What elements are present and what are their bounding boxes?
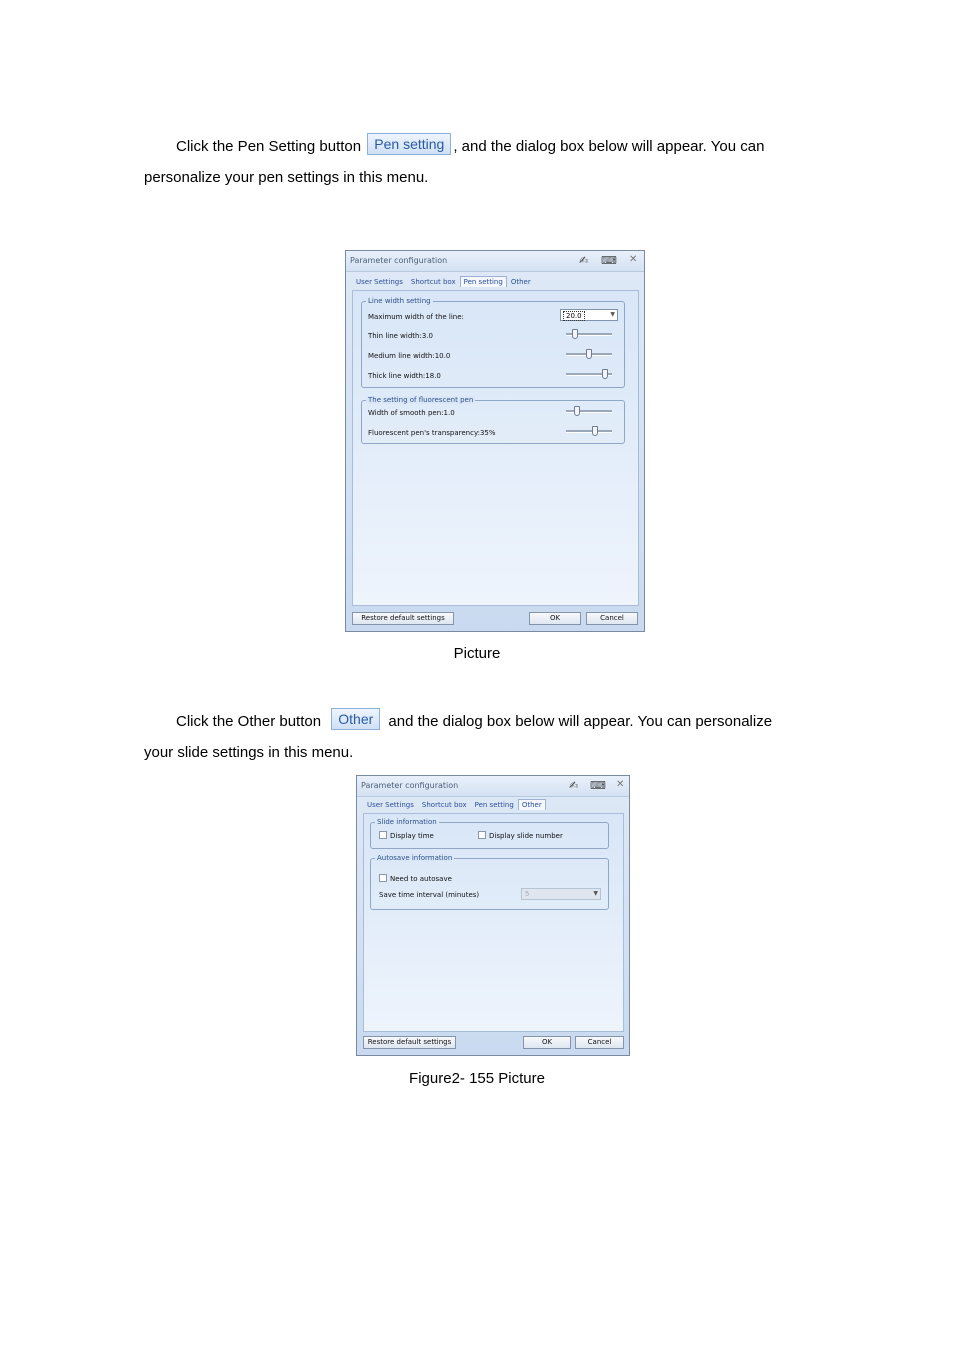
tab-bar: User Settings Shortcut box Pen setting Othe…: [363, 799, 546, 813]
tab-shortcut-box[interactable]: Shortcut box: [407, 276, 460, 288]
save-interval-combo[interactable]: 5 ▼: [521, 888, 601, 900]
other-dialog: Parameter configuration ✍ ⌨ ✕ User Setti…: [356, 775, 630, 1056]
text-run: and the dialog box below will appear. Yo…: [384, 712, 773, 730]
title-bar: Parameter configuration ✍ ⌨ ✕: [346, 251, 644, 272]
combo-value: 5: [525, 890, 530, 898]
transparency-slider[interactable]: [566, 426, 612, 436]
paragraph-line: Click the Other button Other and the dia…: [176, 708, 809, 733]
pen-icon[interactable]: ✍: [569, 779, 578, 792]
checkbox-box[interactable]: [379, 831, 387, 839]
paragraph-line: Click the Pen Setting button Pen setting…: [176, 133, 809, 158]
slider-thumb[interactable]: [592, 426, 598, 436]
slider-track: [566, 410, 612, 413]
restore-default-button[interactable]: Restore default settings: [352, 612, 454, 625]
text-run: Click the Other button: [176, 712, 326, 730]
other-button-image: Other: [331, 708, 381, 730]
keyboard-icon[interactable]: ⌨: [590, 779, 606, 792]
cancel-button[interactable]: Cancel: [575, 1036, 624, 1049]
max-width-combo[interactable]: 20.0 ▼: [560, 309, 618, 321]
paragraph-line: personalize your pen settings in this me…: [144, 169, 429, 186]
need-autosave-checkbox[interactable]: Need to autosave: [379, 874, 452, 883]
thin-line-label: Thin line width:3.0: [368, 332, 433, 340]
cancel-button[interactable]: Cancel: [586, 612, 638, 625]
slider-thumb[interactable]: [574, 406, 580, 416]
ok-button[interactable]: OK: [523, 1036, 571, 1049]
pen-icon[interactable]: ✍: [579, 254, 588, 267]
save-interval-label: Save time interval (minutes): [379, 891, 480, 899]
thin-line-slider[interactable]: [566, 329, 612, 339]
paragraph-line: your slide settings in this menu.: [144, 744, 354, 761]
tab-pen-setting[interactable]: Pen setting: [471, 799, 518, 811]
medium-line-label: Medium line width:10.0: [368, 352, 451, 360]
smooth-pen-slider[interactable]: [566, 406, 612, 416]
close-icon[interactable]: ✕: [629, 254, 637, 265]
slider-track: [566, 430, 612, 433]
thick-line-label: Thick line width:18.0: [368, 372, 441, 380]
tab-other[interactable]: Other: [507, 276, 535, 288]
tab-user-settings[interactable]: User Settings: [363, 799, 418, 811]
display-time-checkbox[interactable]: Display time: [379, 831, 434, 840]
medium-line-slider[interactable]: [566, 349, 612, 359]
max-width-label: Maximum width of the line:: [368, 313, 464, 321]
slider-thumb[interactable]: [602, 369, 608, 379]
chevron-down-icon[interactable]: ▼: [593, 890, 598, 897]
combo-value: 20.0: [563, 311, 585, 321]
thick-line-slider[interactable]: [566, 369, 612, 379]
checkbox-label: Need to autosave: [390, 875, 452, 883]
group-label: The setting of fluorescent pen: [366, 396, 476, 404]
title-bar: Parameter configuration ✍ ⌨ ✕: [357, 776, 629, 797]
text-run: Click the Pen Setting button: [176, 137, 366, 155]
keyboard-icon[interactable]: ⌨: [601, 254, 617, 267]
dialog-title: Parameter configuration: [350, 256, 448, 265]
slider-thumb[interactable]: [586, 349, 592, 359]
group-label: Slide information: [375, 818, 439, 826]
pen-setting-button-image: Pen setting: [367, 133, 452, 155]
tab-panel: Line width setting Maximum width of the …: [352, 290, 639, 606]
slider-thumb[interactable]: [572, 329, 578, 339]
group-slide-information: Slide information Display time Display s…: [370, 818, 609, 849]
smooth-pen-label: Width of smooth pen:1.0: [368, 409, 455, 417]
checkbox-box[interactable]: [379, 874, 387, 882]
text-run: , and the dialog box below will appear. …: [453, 137, 765, 155]
tab-pen-setting[interactable]: Pen setting: [459, 276, 507, 287]
display-slide-number-checkbox[interactable]: Display slide number: [478, 831, 563, 840]
checkbox-box[interactable]: [478, 831, 486, 839]
chevron-down-icon[interactable]: ▼: [610, 311, 615, 318]
pen-setting-dialog: Parameter configuration ✍ ⌨ ✕ User Setti…: [345, 250, 645, 632]
group-label: Autosave information: [375, 854, 455, 862]
tab-other[interactable]: Other: [517, 799, 546, 810]
close-icon[interactable]: ✕: [616, 779, 624, 790]
group-autosave-information: Autosave information Need to autosave Sa…: [370, 854, 609, 910]
transparency-label: Fluorescent pen's transparency:35%: [368, 429, 496, 437]
tab-user-settings[interactable]: User Settings: [352, 276, 407, 288]
checkbox-label: Display time: [390, 832, 434, 840]
checkbox-label: Display slide number: [489, 832, 563, 840]
restore-default-button[interactable]: Restore default settings: [363, 1036, 456, 1049]
group-line-width: Line width setting Maximum width of the …: [361, 297, 625, 388]
ok-button[interactable]: OK: [529, 612, 581, 625]
figure-caption: Picture: [453, 645, 501, 662]
tab-shortcut-box[interactable]: Shortcut box: [418, 799, 471, 811]
tab-panel: Slide information Display time Display s…: [363, 813, 624, 1032]
tab-bar: User Settings Shortcut box Pen setting Othe…: [352, 276, 535, 290]
group-label: Line width setting: [366, 297, 433, 305]
group-fluorescent-pen: The setting of fluorescent pen Width of …: [361, 396, 625, 444]
dialog-title: Parameter configuration: [361, 781, 459, 790]
figure-caption: Figure2- 155 Picture: [409, 1070, 545, 1087]
